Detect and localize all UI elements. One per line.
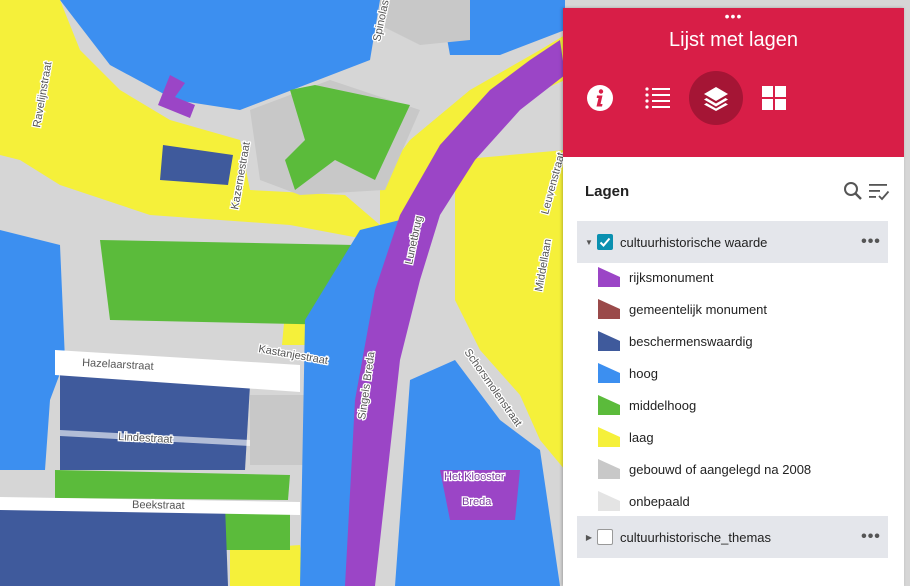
legend-item: hoog	[597, 357, 887, 389]
layers-toolbar: Lagen	[585, 178, 890, 204]
layers-icon	[704, 87, 728, 111]
legend-list: rijksmonument gemeentelijk monument besc…	[597, 261, 887, 517]
map-street-label: Beekstraat	[132, 499, 185, 512]
tab-legend[interactable]	[631, 71, 685, 125]
legend-swatch	[598, 267, 620, 287]
map-area-beschermenswaardig-south	[60, 375, 250, 470]
legend-item: rijksmonument	[597, 261, 887, 293]
map-poi-label: Breda	[462, 496, 492, 508]
legend-swatch	[598, 427, 620, 447]
filter-list-icon	[869, 184, 890, 201]
search-icon	[844, 182, 862, 200]
map-poi-label: Het Klooster	[444, 471, 505, 483]
panel-header: ••• Lijst met lagen	[563, 8, 904, 157]
layer-group-cultuurhistorische-themas[interactable]: ▶ cultuurhistorische_themas •••	[577, 516, 888, 558]
tab-info[interactable]	[573, 71, 627, 125]
drag-handle[interactable]: •••	[563, 9, 904, 23]
panel-title: Lijst met lagen	[669, 29, 798, 51]
legend-swatch	[598, 299, 620, 319]
layer-visibility-checkbox[interactable]	[597, 529, 613, 545]
tab-layers[interactable]	[689, 71, 743, 125]
legend-item: gebouwd of aangelegd na 2008	[597, 453, 887, 485]
tab-basemap[interactable]	[747, 71, 801, 125]
search-button[interactable]	[842, 180, 864, 202]
legend-label: beschermenswaardig	[629, 333, 753, 349]
legend-item: laag	[597, 421, 887, 453]
layer-group-label: cultuurhistorische_themas	[620, 529, 772, 545]
map-area-beschermenswaardig-south2	[0, 505, 228, 586]
legend-swatch	[598, 363, 620, 383]
layers-title: Lagen	[585, 182, 630, 200]
more-options-icon[interactable]: •••	[858, 528, 884, 546]
legend-label: gebouwd of aangelegd na 2008	[629, 461, 812, 477]
legend-item: gemeentelijk monument	[597, 293, 887, 325]
info-icon	[587, 85, 613, 111]
list-icon	[645, 87, 670, 109]
filter-button[interactable]	[868, 180, 890, 202]
collapse-caret-icon[interactable]: ▼	[583, 238, 595, 247]
legend-label: hoog	[629, 365, 658, 381]
layer-group-label: cultuurhistorische waarde	[620, 234, 768, 250]
legend-swatch	[598, 459, 620, 479]
legend-label: laag	[629, 429, 654, 445]
map-area-laag-south	[230, 545, 305, 586]
layer-visibility-checkbox[interactable]	[597, 234, 613, 250]
panel-tabs	[573, 70, 805, 126]
legend-label: middelhoog	[629, 397, 697, 413]
legend-swatch	[598, 331, 620, 351]
more-options-icon[interactable]: •••	[858, 233, 884, 251]
legend-label: onbepaald	[629, 493, 690, 509]
layer-list-panel: ••• Lijst met lagen Lagen ▼ cultuurhisto…	[563, 8, 904, 586]
legend-item: beschermenswaardig	[597, 325, 887, 357]
expand-caret-icon[interactable]: ▶	[583, 533, 595, 542]
legend-swatch	[598, 395, 620, 415]
legend-swatch	[598, 491, 620, 511]
checkmark-icon	[599, 237, 611, 247]
layer-group-cultuurhistorische-waarde[interactable]: ▼ cultuurhistorische waarde •••	[577, 221, 888, 263]
legend-item: onbepaald	[597, 485, 887, 517]
legend-item: middelhoog	[597, 389, 887, 421]
grid-icon	[762, 86, 786, 110]
map-area-middelhoog-beek	[55, 470, 290, 500]
legend-label: gemeentelijk monument	[629, 301, 768, 317]
legend-label: rijksmonument	[629, 269, 714, 285]
